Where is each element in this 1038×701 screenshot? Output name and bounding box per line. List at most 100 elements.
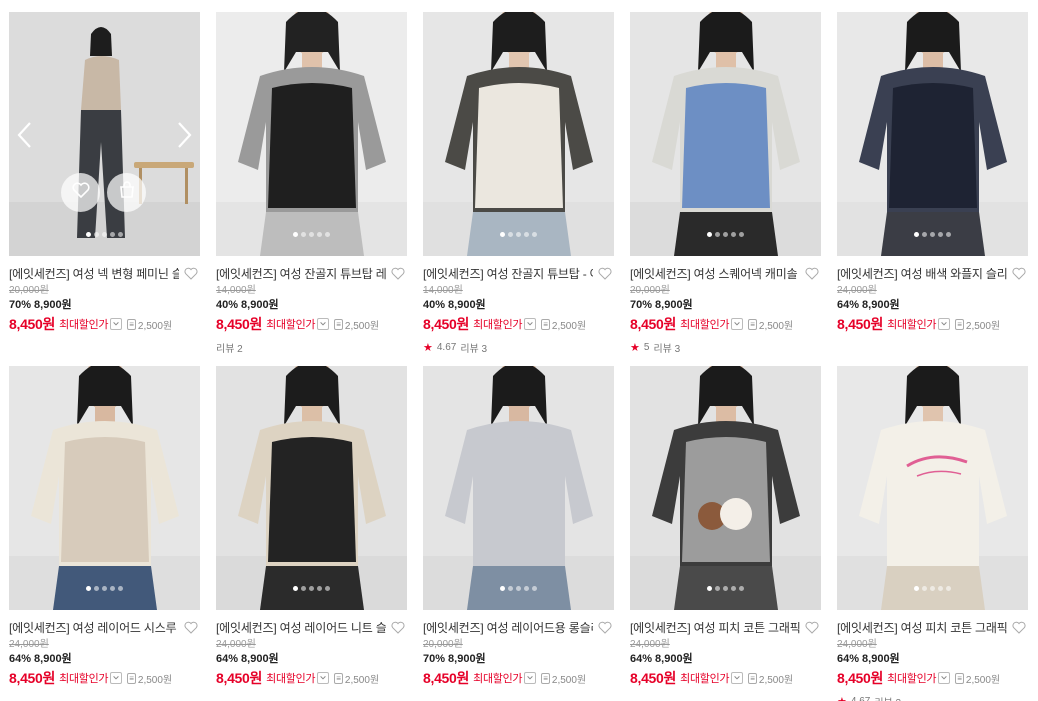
chevron-down-icon[interactable] [524, 318, 537, 330]
heart-icon[interactable] [598, 267, 612, 280]
chevron-down-icon[interactable] [317, 318, 330, 330]
heart-icon[interactable] [184, 621, 198, 634]
heart-icon[interactable] [184, 267, 198, 280]
product-title[interactable]: [에잇세컨즈] 여성 넥 변형 페미닌 슬리브리스 - 베이지 [9, 265, 179, 282]
product-image[interactable] [837, 12, 1028, 256]
review-count[interactable]: 리뷰 3 [653, 340, 680, 355]
chevron-down-icon[interactable] [110, 672, 123, 684]
product-title[interactable]: [에잇세컨즈] 여성 피치 코튼 그래픽 티셔츠 - 아이보리 [837, 619, 1007, 636]
review-count[interactable]: 리뷰 2 [216, 340, 243, 355]
pagination-dot[interactable] [922, 232, 927, 237]
product-title[interactable]: [에잇세컨즈] 여성 잔골지 튜브탑 - 아이보리 [423, 265, 593, 282]
pagination-dot[interactable] [94, 586, 99, 591]
pagination-dot[interactable] [86, 586, 91, 591]
heart-icon[interactable] [391, 621, 405, 634]
pagination-dot[interactable] [532, 232, 537, 237]
wishlist-button[interactable] [61, 173, 100, 212]
product-image[interactable] [9, 366, 200, 610]
pagination-dot[interactable] [938, 586, 943, 591]
pagination-dot[interactable] [715, 586, 720, 591]
pagination-dot[interactable] [508, 586, 513, 591]
pagination-dot[interactable] [914, 586, 919, 591]
product-image[interactable] [630, 12, 821, 256]
pagination-dot[interactable] [118, 586, 123, 591]
pagination-dot[interactable] [723, 586, 728, 591]
product-title[interactable]: [에잇세컨즈] 여성 스퀘어넥 캐미솔 - 블루 [630, 265, 800, 282]
pagination-dot[interactable] [516, 586, 521, 591]
pagination-dot[interactable] [739, 586, 744, 591]
chevron-down-icon[interactable] [938, 672, 951, 684]
pagination-dot[interactable] [309, 232, 314, 237]
pagination-dot[interactable] [325, 586, 330, 591]
chevron-right-icon[interactable] [175, 120, 195, 150]
pagination-dot[interactable] [731, 232, 736, 237]
heart-icon[interactable] [391, 267, 405, 280]
pagination-dot[interactable] [301, 232, 306, 237]
pagination-dot[interactable] [293, 232, 298, 237]
pagination-dot[interactable] [930, 586, 935, 591]
product-image[interactable] [216, 366, 407, 610]
chevron-down-icon[interactable] [938, 318, 951, 330]
product-card[interactable]: [에잇세컨즈] 여성 레이어드용 롱슬리브 티셔츠 20,000원 70%8,900… [423, 366, 614, 688]
pagination-dot[interactable] [524, 586, 529, 591]
product-card[interactable]: [에잇세컨즈] 여성 넥 변형 페미닌 슬리브리스 - 베이지 20,000원 70… [9, 12, 200, 334]
product-title[interactable]: [에잇세컨즈] 여성 레이어드용 롱슬리브 티셔츠 [423, 619, 593, 636]
chevron-down-icon[interactable] [317, 672, 330, 684]
heart-icon[interactable] [598, 621, 612, 634]
pagination-dot[interactable] [86, 232, 91, 237]
product-image[interactable] [837, 366, 1028, 610]
product-title[interactable]: [에잇세컨즈] 여성 레이어드 니트 슬리브리스 [216, 619, 386, 636]
pagination-dot[interactable] [739, 232, 744, 237]
pagination-dot[interactable] [524, 232, 529, 237]
product-image[interactable] [423, 12, 614, 256]
product-image[interactable] [9, 12, 200, 256]
product-card[interactable]: [에잇세컨즈] 여성 잔골지 튜브탑 레이어드 티셔츠 14,000원 40%8,9… [216, 12, 407, 355]
heart-icon[interactable] [1012, 621, 1026, 634]
pagination-dot[interactable] [301, 586, 306, 591]
product-image[interactable] [630, 366, 821, 610]
pagination-dot[interactable] [500, 232, 505, 237]
pagination-dot[interactable] [110, 586, 115, 591]
product-title[interactable]: [에잇세컨즈] 여성 피치 코튼 그래픽 티셔츠 [630, 619, 800, 636]
product-card[interactable]: [에잇세컨즈] 여성 레이어드 시스루 티셔츠24,000원64%8,900원8… [9, 366, 200, 688]
product-title[interactable]: [에잇세컨즈] 여성 레이어드 시스루 티셔츠 [9, 619, 179, 636]
product-image[interactable] [216, 12, 407, 256]
heart-icon[interactable] [1012, 267, 1026, 280]
pagination-dot[interactable] [118, 232, 123, 237]
pagination-dot[interactable] [938, 232, 943, 237]
product-title[interactable]: [에잇세컨즈] 여성 배색 와플지 슬리브리스 [837, 265, 1007, 282]
chevron-down-icon[interactable] [731, 672, 744, 684]
review-count[interactable]: 리뷰 3 [874, 694, 901, 701]
pagination-dot[interactable] [500, 586, 505, 591]
heart-icon[interactable] [805, 621, 819, 634]
product-card[interactable]: [에잇세컨즈] 여성 배색 와플지 슬리브리스24,000원64%8,900원8… [837, 12, 1028, 334]
product-title[interactable]: [에잇세컨즈] 여성 잔골지 튜브탑 레이어드 티셔츠 [216, 265, 386, 282]
pagination-dot[interactable] [516, 232, 521, 237]
pagination-dot[interactable] [707, 232, 712, 237]
pagination-dot[interactable] [110, 232, 115, 237]
add-to-cart-button[interactable] [107, 173, 146, 212]
product-card[interactable]: [에잇세컨즈] 여성 피치 코튼 그래픽 티셔츠 24,000원 64%8,900원… [630, 366, 821, 688]
product-card[interactable]: [에잇세컨즈] 여성 스퀘어넥 캐미솔 - 블루 20,000원 70%8,900원… [630, 12, 821, 355]
pagination-dot[interactable] [922, 586, 927, 591]
pagination-dot[interactable] [914, 232, 919, 237]
chevron-down-icon[interactable] [524, 672, 537, 684]
chevron-left-icon[interactable] [14, 120, 34, 150]
pagination-dot[interactable] [723, 232, 728, 237]
pagination-dot[interactable] [715, 232, 720, 237]
pagination-dot[interactable] [94, 232, 99, 237]
pagination-dot[interactable] [946, 232, 951, 237]
chevron-down-icon[interactable] [110, 318, 123, 330]
pagination-dot[interactable] [102, 232, 107, 237]
heart-icon[interactable] [805, 267, 819, 280]
pagination-dot[interactable] [930, 232, 935, 237]
pagination-dot[interactable] [293, 586, 298, 591]
pagination-dot[interactable] [946, 586, 951, 591]
chevron-down-icon[interactable] [731, 318, 744, 330]
pagination-dot[interactable] [325, 232, 330, 237]
pagination-dot[interactable] [102, 586, 107, 591]
pagination-dot[interactable] [532, 586, 537, 591]
pagination-dot[interactable] [309, 586, 314, 591]
product-image[interactable] [423, 366, 614, 610]
review-count[interactable]: 리뷰 3 [460, 340, 487, 355]
